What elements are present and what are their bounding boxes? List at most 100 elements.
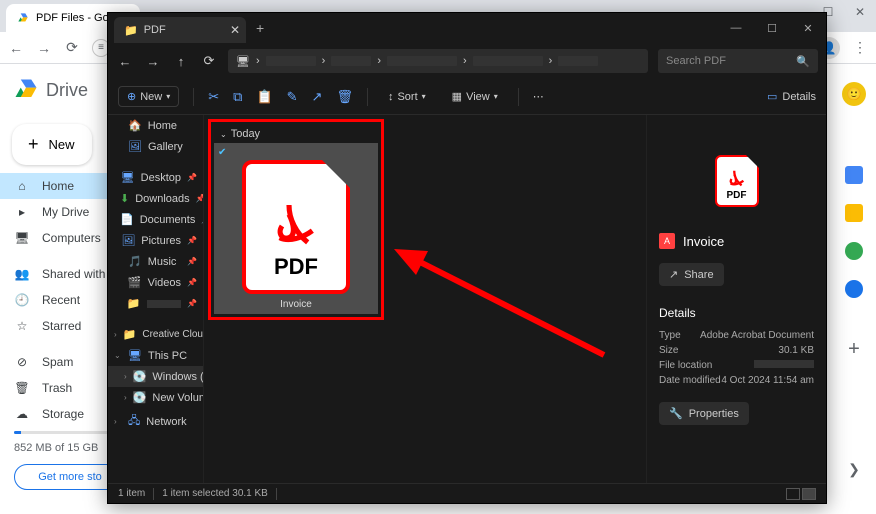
file-explorer-window: 📁 PDF ✕ + — ☐ ✕ ← → ↑ ⟳ 🖥 › › › › ›: [107, 12, 827, 504]
recent-icon: 🕘: [14, 293, 30, 307]
explorer-nav-pane: 🏠Home 🖼Gallery 🖥Desktop📌 ⬇Downloads📌 📄Do…: [108, 115, 204, 483]
explorer-details-pane: PDF A Invoice ↗ Share Details TypeAdobe …: [646, 115, 826, 483]
details-share-button[interactable]: ↗ Share: [659, 263, 724, 286]
explorer-new-tab-button[interactable]: +: [256, 20, 264, 36]
explorer-title-bar: 📁 PDF ✕ + — ☐ ✕: [108, 13, 826, 43]
drive-new-button[interactable]: + New: [12, 124, 92, 165]
details-preview: PDF: [659, 155, 814, 207]
calendar-icon[interactable]: [845, 166, 863, 184]
explorer-tab-close-button[interactable]: ✕: [230, 23, 240, 37]
explorer-forward-button[interactable]: →: [144, 54, 162, 69]
nav-item-music[interactable]: 🎵Music📌: [108, 251, 203, 272]
nav-item-network[interactable]: ›🖧Network: [108, 408, 203, 435]
content-group-header[interactable]: ⌄ Today: [214, 125, 378, 143]
nav-item-windows-c[interactable]: ›💽Windows (C:): [108, 366, 203, 387]
file-item-invoice[interactable]: ✔ PDF Invoice: [214, 143, 378, 314]
explorer-maximize-button[interactable]: ☐: [754, 13, 790, 43]
pin-icon: 📌: [187, 257, 197, 266]
nav-item-videos[interactable]: 🎬Videos📌: [108, 272, 203, 293]
music-icon: 🎵: [128, 255, 142, 268]
pictures-icon: 🖼: [121, 234, 135, 247]
side-panel-add-button[interactable]: +: [848, 338, 860, 361]
nav-item-thispc[interactable]: ⌄🖥This PC: [108, 345, 203, 366]
folder-icon: 📁: [127, 297, 141, 310]
nav-item-new-volume-d[interactable]: ›💽New Volume (D:): [108, 387, 203, 408]
spam-icon: ⊘: [14, 355, 30, 369]
explorer-close-button[interactable]: ✕: [790, 13, 826, 43]
explorer-search-input[interactable]: Search PDF 🔍: [658, 49, 818, 73]
drive-logo-icon: [12, 76, 40, 104]
tasks-icon[interactable]: [845, 242, 863, 260]
videos-icon: 🎬: [128, 276, 142, 289]
explorer-refresh-button[interactable]: ⟳: [200, 53, 218, 69]
nav-item-home[interactable]: 🏠Home: [108, 115, 203, 136]
nav-item-documents[interactable]: 📄Documents📌: [108, 209, 203, 230]
adobe-swirl-icon: [726, 168, 748, 190]
status-view-details-button[interactable]: [786, 488, 800, 500]
drive-favicon-icon: [16, 11, 30, 25]
breadcrumb-segment-redacted: [266, 56, 316, 66]
toolbar-share-button[interactable]: ↗: [312, 89, 323, 105]
mydrive-icon: ▸: [14, 205, 30, 219]
nav-item-pinned-redacted[interactable]: 📁📌: [108, 293, 203, 314]
sort-icon: ↕: [388, 91, 394, 103]
chrome-close-button[interactable]: ✕: [844, 0, 876, 24]
annotation-arrow-icon: [394, 245, 614, 365]
details-pane-icon: ▭: [767, 90, 777, 103]
toolbar-rename-button[interactable]: ✎: [287, 89, 298, 105]
nav-item-pictures[interactable]: 🖼Pictures📌: [108, 230, 203, 251]
explorer-up-button[interactable]: ↑: [172, 54, 190, 69]
pdf-text-label: PDF: [274, 254, 318, 280]
nav-item-ccf[interactable]: ›📁Creative Cloud Files: [108, 324, 203, 345]
thispc-icon: 🖥: [128, 349, 142, 362]
explorer-content-area[interactable]: ⌄ Today ✔ PDF Invoice: [204, 115, 646, 483]
explorer-address-bar[interactable]: 🖥 › › › › ›: [228, 49, 648, 73]
chrome-menu-button[interactable]: ⋮: [852, 40, 868, 56]
chrome-forward-button[interactable]: →: [36, 40, 52, 56]
adobe-swirl-icon: [268, 198, 324, 254]
toolbar-new-button[interactable]: ⊕ New ▾: [118, 86, 179, 107]
pin-icon: 📌: [187, 173, 197, 182]
drive-logo-text: Drive: [46, 80, 88, 101]
search-icon: 🔍: [796, 55, 810, 68]
toolbar-paste-button[interactable]: 📋: [256, 89, 272, 105]
nav-item-desktop[interactable]: 🖥Desktop📌: [108, 167, 203, 188]
toolbar-details-button[interactable]: ▭ Details: [767, 90, 816, 103]
toolbar-view-button[interactable]: ▦ View ▾: [446, 87, 504, 106]
shared-icon: 👥: [14, 267, 30, 281]
plus-icon: +: [28, 134, 39, 155]
breadcrumb-sep-icon: ›: [377, 55, 381, 67]
pdf-file-icon: PDF: [715, 155, 759, 207]
keep-icon[interactable]: [845, 204, 863, 222]
toolbar-sort-button[interactable]: ↕ Sort ▾: [382, 88, 432, 106]
toolbar-cut-button[interactable]: ✂: [208, 89, 219, 105]
status-view-thumbnails-button[interactable]: [802, 488, 816, 500]
breadcrumb-segment-redacted: [473, 56, 543, 66]
breadcrumb-sep-icon: ›: [463, 55, 467, 67]
chrome-back-button[interactable]: ←: [8, 40, 24, 56]
breadcrumb-segment-redacted: [387, 56, 457, 66]
nav-item-gallery[interactable]: 🖼Gallery: [108, 136, 203, 157]
side-panel-collapse-button[interactable]: ❯: [848, 461, 860, 478]
details-row-type: TypeAdobe Acrobat Document: [659, 328, 814, 343]
chevron-down-icon: ▾: [166, 92, 170, 101]
chrome-side-panel: 🙂 + ❯: [832, 64, 876, 508]
pdf-file-icon: PDF: [242, 160, 350, 294]
status-item-count: 1 item: [118, 488, 145, 499]
toolbar-delete-button[interactable]: 🗑: [336, 89, 353, 105]
share-icon: ↗: [669, 268, 678, 281]
google-account-avatar[interactable]: 🙂: [842, 82, 866, 106]
chevron-down-icon: ▾: [422, 92, 426, 101]
chrome-reload-button[interactable]: ⟳: [64, 40, 80, 56]
nav-item-downloads[interactable]: ⬇Downloads📌: [108, 188, 203, 209]
chevron-down-icon: ⌄: [220, 130, 227, 139]
explorer-back-button[interactable]: ←: [116, 54, 134, 69]
details-properties-button[interactable]: 🔧 Properties: [659, 402, 749, 425]
toolbar-copy-button[interactable]: ⧉: [233, 89, 242, 105]
toolbar-more-button[interactable]: ⋯: [533, 90, 544, 103]
explorer-tab[interactable]: 📁 PDF ✕: [114, 17, 246, 43]
contacts-icon[interactable]: [845, 280, 863, 298]
selection-check-icon[interactable]: ✔: [218, 147, 374, 158]
explorer-minimize-button[interactable]: —: [718, 13, 754, 43]
breadcrumb-sep-icon: ›: [549, 55, 553, 67]
